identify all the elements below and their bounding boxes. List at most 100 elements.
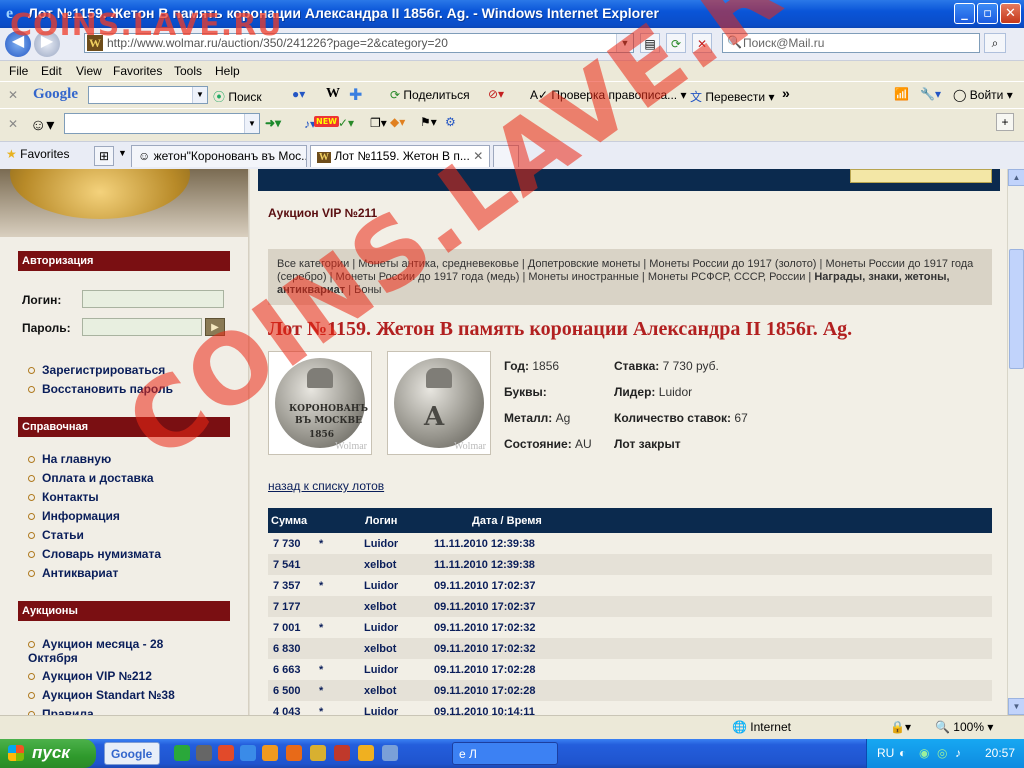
- google-search-input[interactable]: ▼: [88, 86, 208, 104]
- stop-icon[interactable]: ✕: [692, 33, 712, 53]
- smiley-icon[interactable]: ☺▾: [30, 115, 54, 135]
- go-arrow-icon[interactable]: ➜▾: [265, 116, 281, 130]
- firefox-quicklaunch-icon[interactable]: [286, 745, 302, 761]
- tray-icon[interactable]: ◉: [919, 746, 929, 760]
- menu-view[interactable]: View: [76, 64, 102, 78]
- register-link[interactable]: Зарегистрироваться: [28, 363, 165, 377]
- menu-tools[interactable]: Tools: [174, 64, 202, 78]
- protected-mode-icon[interactable]: 🔒▾: [890, 720, 911, 734]
- dropdown-icon[interactable]: ▼: [244, 114, 259, 133]
- sidebar-item-antiques[interactable]: Антиквариат: [28, 566, 118, 580]
- minimize-button[interactable]: _: [954, 3, 975, 24]
- login-input[interactable]: [82, 290, 224, 308]
- bid-login[interactable]: xelbot: [364, 554, 434, 575]
- show-desktop-icon[interactable]: [382, 745, 398, 761]
- refresh-icon[interactable]: ⟳: [666, 33, 686, 53]
- google-search-button[interactable]: ⦿ Поиск: [213, 88, 262, 105]
- close-tab-icon[interactable]: ✕: [473, 149, 483, 163]
- sidebar-item-home[interactable]: На главную: [28, 452, 111, 466]
- odnoklassniki-icon[interactable]: ◆▾: [390, 115, 405, 129]
- quicklaunch-icon[interactable]: [174, 745, 190, 761]
- add-toolbar-button[interactable]: +: [996, 113, 1014, 131]
- bid-login[interactable]: Luidor: [364, 617, 434, 638]
- bid-login[interactable]: xelbot: [364, 638, 434, 659]
- spellcheck-button[interactable]: A✓ Проверка правописа... ▾: [530, 88, 686, 102]
- back-to-list-link[interactable]: назад к списку лотов: [268, 479, 384, 493]
- bid-login[interactable]: xelbot: [364, 680, 434, 701]
- globe-icon[interactable]: ●▾: [292, 87, 305, 101]
- bid-login[interactable]: Luidor: [364, 533, 434, 554]
- bid-login[interactable]: Luidor: [364, 659, 434, 680]
- close-toolbar-icon[interactable]: ✕: [8, 88, 18, 102]
- language-indicator[interactable]: RU: [877, 746, 894, 760]
- quicklaunch-icon[interactable]: [196, 745, 212, 761]
- settings-icon[interactable]: 🔧▾: [920, 87, 941, 101]
- quick-tabs-icon[interactable]: ⊞: [94, 146, 114, 166]
- start-button[interactable]: пуск: [0, 739, 96, 768]
- new-tab-button[interactable]: [493, 145, 519, 167]
- password-input[interactable]: [82, 318, 202, 336]
- ie-window-task[interactable]: e Л: [452, 742, 558, 765]
- quicklaunch-icon[interactable]: [218, 745, 234, 761]
- maximize-button[interactable]: ▫: [977, 3, 998, 24]
- plus-icon[interactable]: ✚: [349, 85, 362, 105]
- login-submit-button[interactable]: ▶: [205, 318, 225, 336]
- url-text[interactable]: http://www.wolmar.ru/auction/350/241226?…: [107, 36, 448, 50]
- favorites-button[interactable]: ★ Favorites: [6, 147, 69, 161]
- signin-button[interactable]: ◯ Войти ▾: [953, 88, 1013, 102]
- sidebar-item-contacts[interactable]: Контакты: [28, 490, 99, 504]
- tab-list-dropdown-icon[interactable]: ▼: [118, 148, 127, 158]
- scroll-down-icon[interactable]: ▼: [1008, 698, 1024, 715]
- quicklaunch-icon[interactable]: [334, 745, 350, 761]
- menu-help[interactable]: Help: [215, 64, 240, 78]
- block-popup-icon[interactable]: ⊘▾: [488, 87, 504, 101]
- bid-login[interactable]: Luidor: [364, 575, 434, 596]
- sidebar-item-vip-auction[interactable]: Аукцион VIP №212: [28, 669, 152, 683]
- quicklaunch-icon[interactable]: [262, 745, 278, 761]
- settings-icon[interactable]: ⚙: [445, 115, 456, 129]
- translate-button[interactable]: 文 Перевести ▾: [690, 88, 774, 105]
- url-field[interactable]: W http://www.wolmar.ru/auction/350/24122…: [84, 33, 634, 53]
- wikipedia-button[interactable]: W: [326, 86, 340, 102]
- compatibility-view-icon[interactable]: ▤: [640, 33, 660, 53]
- scroll-up-icon[interactable]: ▲: [1008, 169, 1024, 186]
- sidebar-item-dictionary[interactable]: Словарь нумизмата: [28, 547, 161, 561]
- more-chevron[interactable]: »: [782, 85, 790, 101]
- menu-file[interactable]: File: [9, 64, 28, 78]
- volume-icon[interactable]: ♪: [955, 746, 961, 760]
- coin-obverse-image[interactable]: КОРОНОВАНЪ ВЪ МОСКВЕ 1856 Wolmar: [268, 351, 372, 455]
- back-button[interactable]: ◀: [5, 31, 31, 57]
- url-dropdown-icon[interactable]: ▼: [616, 34, 633, 52]
- tray-icon[interactable]: ◐: [899, 746, 906, 760]
- sidebar-item-articles[interactable]: Статьи: [28, 528, 84, 542]
- coin-reverse-image[interactable]: A Wolmar: [387, 351, 491, 455]
- share-button[interactable]: ⟳ Поделиться: [390, 88, 470, 102]
- menu-favorites[interactable]: Favorites: [113, 64, 162, 78]
- close-button[interactable]: ✕: [1000, 3, 1021, 24]
- sidebar-item-month-auction[interactable]: Аукцион месяца - 28 Октября: [28, 637, 188, 665]
- check-icon[interactable]: ✓▾: [338, 116, 354, 130]
- new-badge[interactable]: NEW: [314, 116, 339, 127]
- close-toolbar-icon[interactable]: ✕: [8, 117, 18, 131]
- sidebar-item-rules[interactable]: Правила: [28, 707, 94, 715]
- quicklaunch-icon[interactable]: [310, 745, 326, 761]
- bid-login[interactable]: Luidor: [364, 701, 434, 716]
- sidebar-item-payment[interactable]: Оплата и доставка: [28, 471, 154, 485]
- zoom-control[interactable]: 🔍 100% ▾: [935, 720, 993, 734]
- tray-icon[interactable]: ◎: [937, 746, 947, 760]
- restore-password-link[interactable]: Восстановить пароль: [28, 382, 173, 396]
- scroll-thumb[interactable]: [1009, 249, 1024, 369]
- tab-lot[interactable]: W Лот №1159. Жетон В п... ✕: [310, 145, 490, 167]
- tab-coin-search[interactable]: ☺ жетон"Коронованъ въ Мос...: [131, 145, 307, 167]
- vertical-scrollbar[interactable]: ▲ ▼: [1007, 169, 1024, 715]
- windows-icon[interactable]: ❐▾: [370, 116, 387, 130]
- wrench-icon[interactable]: 📶: [894, 87, 909, 101]
- menu-edit[interactable]: Edit: [41, 64, 62, 78]
- sidebar-item-info[interactable]: Информация: [28, 509, 120, 523]
- google-taskbar-button[interactable]: Google: [104, 742, 160, 765]
- dropdown-icon[interactable]: ▼: [192, 87, 207, 103]
- bid-login[interactable]: xelbot: [364, 596, 434, 617]
- ie-quicklaunch-icon[interactable]: [240, 745, 256, 761]
- quicklaunch-icon[interactable]: [358, 745, 374, 761]
- search-input[interactable]: 🔍 Поиск@Mail.ru: [722, 33, 980, 53]
